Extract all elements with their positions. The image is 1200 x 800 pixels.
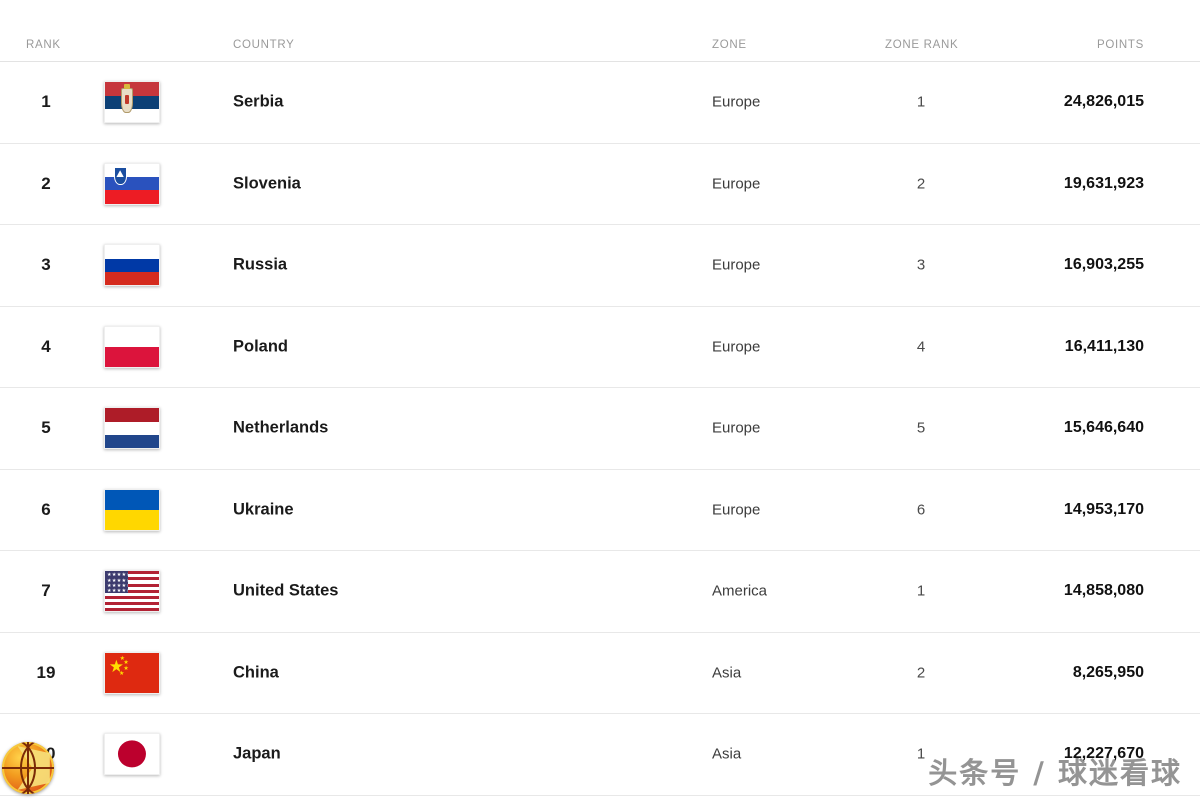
cell-zone: Asia — [712, 745, 742, 763]
cell-zone: Asia — [712, 664, 742, 682]
column-header-zone[interactable]: ZONE — [712, 39, 747, 51]
column-header-country[interactable]: COUNTRY — [233, 39, 295, 51]
cell-zone-rank: 6 — [916, 501, 926, 519]
table-row[interactable]: 1 Serbia Europe 1 24,826,015 — [0, 62, 1200, 144]
russia-flag — [104, 244, 160, 287]
table-row[interactable]: 5 Netherlands Europe 5 15,646,640 — [0, 388, 1200, 470]
cell-zone: Europe — [712, 93, 761, 111]
cell-country-name: China — [233, 663, 279, 682]
cell-zone-rank: 2 — [916, 175, 926, 193]
ukraine-flag — [104, 488, 160, 531]
united-states-flag: ★★★★★★★★★★★★★★★★★★★★★★★★ — [104, 570, 160, 613]
cell-zone: America — [712, 582, 768, 600]
cell-zone-rank: 3 — [916, 256, 926, 274]
table-row[interactable]: 3 Russia Europe 3 16,903,255 — [0, 225, 1200, 307]
cell-rank: 7 — [41, 581, 51, 601]
cell-zone: Europe — [712, 419, 761, 437]
netherlands-flag — [104, 407, 160, 450]
cell-country-name: Serbia — [233, 92, 284, 111]
cell-points: 14,953,170 — [1063, 500, 1144, 518]
cell-points: 24,826,015 — [1063, 93, 1144, 111]
cell-rank: 2 — [41, 173, 51, 193]
cell-country-name: Ukraine — [233, 500, 294, 519]
cell-points: 16,411,130 — [1064, 337, 1144, 355]
cell-rank: 1 — [41, 92, 51, 112]
cell-points: 19,631,923 — [1063, 174, 1144, 192]
ranking-table: RANK COUNTRY ZONE ZONE RANK POINTS 1 Serb… — [0, 0, 1200, 800]
cell-country-name: Netherlands — [233, 418, 329, 437]
cell-zone-rank: 2 — [916, 664, 926, 682]
china-flag: ★ ★ ★ ★ ★ — [104, 651, 160, 694]
table-row[interactable]: 6 Ukraine Europe 6 14,953,170 — [0, 470, 1200, 551]
column-header-points[interactable]: POINTS — [1097, 39, 1144, 51]
cell-zone-rank: 1 — [916, 582, 926, 600]
slovenia-flag — [104, 162, 160, 205]
column-header-rank[interactable]: RANK — [26, 39, 61, 51]
cell-rank: 19 — [36, 662, 56, 682]
basketball-logo-icon — [2, 742, 54, 794]
table-row[interactable]: 4 Poland Europe 4 16,411,130 — [0, 307, 1200, 388]
cell-zone: Europe — [712, 338, 761, 356]
cell-country-name: Poland — [233, 337, 289, 356]
cell-zone-rank: 5 — [916, 419, 926, 437]
serbia-flag — [104, 81, 160, 124]
cell-country-name: Japan — [233, 744, 281, 763]
cell-rank: 6 — [41, 499, 51, 519]
cell-zone: Europe — [712, 501, 761, 519]
cell-points: 8,265,950 — [1072, 663, 1144, 681]
table-row[interactable]: 2 Slovenia Europe 2 19,631,923 — [0, 144, 1200, 225]
cell-country-name: Russia — [233, 255, 288, 274]
cell-zone: Europe — [712, 175, 761, 193]
cell-rank: 5 — [41, 418, 51, 438]
cell-zone-rank: 4 — [916, 338, 926, 356]
table-row[interactable]: 19 ★ ★ ★ ★ ★ China Asia 2 8,265,950 — [0, 633, 1200, 714]
cell-points: 15,646,640 — [1063, 419, 1144, 437]
cell-rank: 4 — [41, 336, 51, 356]
column-header-zone-rank[interactable]: ZONE RANK — [885, 39, 958, 51]
japan-flag — [104, 733, 160, 776]
cell-country-name: Slovenia — [233, 174, 301, 193]
cell-points: 16,903,255 — [1063, 256, 1144, 274]
cell-points: 14,858,080 — [1063, 582, 1144, 600]
watermark-text: 头条号 / 球迷看球 — [928, 756, 1182, 790]
table-header-row: RANK COUNTRY ZONE ZONE RANK POINTS — [0, 0, 1200, 62]
poland-flag — [104, 325, 160, 368]
cell-rank: 3 — [41, 255, 51, 275]
table-row[interactable]: 7 ★★★★★★★★★★★★★★★★★★★★★★★★ United States Am… — [0, 551, 1200, 633]
cell-zone: Europe — [712, 256, 761, 274]
cell-zone-rank: 1 — [916, 93, 926, 111]
cell-country-name: United States — [233, 581, 339, 600]
